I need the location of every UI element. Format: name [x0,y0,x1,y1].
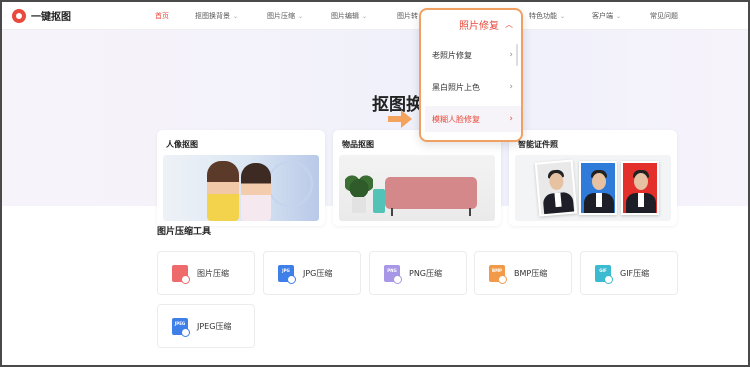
person-graphic [207,161,239,221]
card-title: 人像抠图 [166,140,198,149]
tool-label: PNG压缩 [409,268,443,278]
menu-item-old-photo-repair[interactable]: 老照片修复 › [425,42,521,68]
nav-item-faq[interactable]: 常见问题 [650,11,678,21]
chevron-right-icon: › [509,114,513,124]
nav-item-home[interactable]: 首页 [155,11,169,21]
nav-label: 客户端 [592,12,613,20]
dropdown-title: 照片修复 [459,20,499,32]
ferris-wheel-graphic [267,161,313,207]
compress-section-title: 图片压缩工具 [157,227,212,237]
sofa-legs-graphic [391,208,471,216]
card-id-photo[interactable]: 智能证件照 [509,130,677,226]
plant-graphic [345,173,373,199]
top-navigation: 一键抠图 首页 抠图换背景 ⌄ 图片压缩 ⌄ 图片编辑 ⌄ 图片转 特色功能 ⌄ 客户端… [2,2,748,30]
card-object-cutout[interactable]: 物品抠图 [333,130,501,226]
gif-file-icon: GIF [595,264,613,284]
tool-png-compress[interactable]: PNG PNG压缩 [369,251,467,295]
tool-jpg-compress[interactable]: JPG JPG压缩 [263,251,361,295]
tool-bmp-compress[interactable]: BMP BMP压缩 [474,251,572,295]
side-table-graphic [373,189,385,213]
chevron-down-icon: ⌄ [560,13,566,20]
dropdown-header[interactable]: 照片修复 ︿ [421,10,521,38]
image-compress-icon [172,264,190,284]
nav-item-image-convert[interactable]: 图片转 [397,11,418,21]
nav-label: 图片转 [397,12,418,20]
nav-label: 抠图换背景 [195,12,230,20]
object-sample-image [339,155,495,221]
chevron-right-icon: › [509,82,513,92]
bmp-file-icon: BMP [489,264,507,284]
person-graphic [241,163,271,221]
chevron-down-icon: ⌄ [298,13,304,20]
plant-pot-graphic [352,197,366,213]
chevron-down-icon: ⌄ [362,13,368,20]
jpg-file-icon: JPG [278,264,296,284]
nav-label: 特色功能 [529,12,557,20]
png-file-icon: PNG [384,264,402,284]
menu-item-colorize-bw-photo[interactable]: 黑白照片上色 › [425,74,521,100]
logo[interactable]: 一键抠图 [12,8,71,23]
card-portrait-cutout[interactable]: 人像抠图 [157,130,325,226]
tool-image-compress[interactable]: 图片压缩 [157,251,255,295]
id-photo-graphic [621,161,659,215]
menu-item-blurry-face-repair[interactable]: 模糊人脸修复 › [425,106,521,132]
chevron-right-icon: › [509,50,513,60]
menu-item-label: 模糊人脸修复 [432,114,480,124]
chevron-up-icon: ︿ [505,19,513,29]
card-title: 物品抠图 [342,140,374,149]
nav-label: 图片编辑 [331,12,359,20]
tool-jpeg-compress[interactable]: JPEG JPEG压缩 [157,304,255,348]
logo-text: 一键抠图 [31,12,71,23]
tool-label: BMP压缩 [514,268,548,278]
id-photo-graphic [579,161,617,215]
tool-label: GIF压缩 [620,268,650,278]
jpeg-file-icon: JPEG [172,317,190,337]
menu-item-label: 黑白照片上色 [432,82,480,92]
tool-label: 图片压缩 [197,268,229,278]
hero-section: 抠图换 人像抠图 物品抠图 智能证件照 [2,30,748,226]
nav-label: 图片压缩 [267,12,295,20]
logo-icon [12,8,26,23]
photo-repair-dropdown: 照片修复 ︿ 老照片修复 › 黑白照片上色 › 模糊人脸修复 › [419,8,523,142]
nav-item-client[interactable]: 客户端 ⌄ [592,11,621,21]
nav-item-image-edit[interactable]: 图片编辑 ⌄ [331,11,367,21]
nav-item-image-compress[interactable]: 图片压缩 ⌄ [267,11,303,21]
chevron-down-icon: ⌄ [233,13,239,20]
tool-label: JPEG压缩 [197,321,232,331]
portrait-sample-image [163,155,319,221]
tool-label: JPG压缩 [303,268,333,278]
sofa-graphic [385,177,477,209]
nav-item-cutout-background[interactable]: 抠图换背景 ⌄ [195,11,238,21]
nav-label: 首页 [155,12,169,20]
arrow-right-icon [388,110,412,128]
id-photo-graphic [534,159,578,217]
nav-item-features[interactable]: 特色功能 ⌄ [529,11,565,21]
id-photo-sample-image [515,155,671,221]
card-title: 智能证件照 [518,140,558,149]
chevron-down-icon: ⌄ [616,13,622,20]
tool-gif-compress[interactable]: GIF GIF压缩 [580,251,678,295]
nav-label: 常见问题 [650,12,678,20]
menu-item-label: 老照片修复 [432,50,472,60]
